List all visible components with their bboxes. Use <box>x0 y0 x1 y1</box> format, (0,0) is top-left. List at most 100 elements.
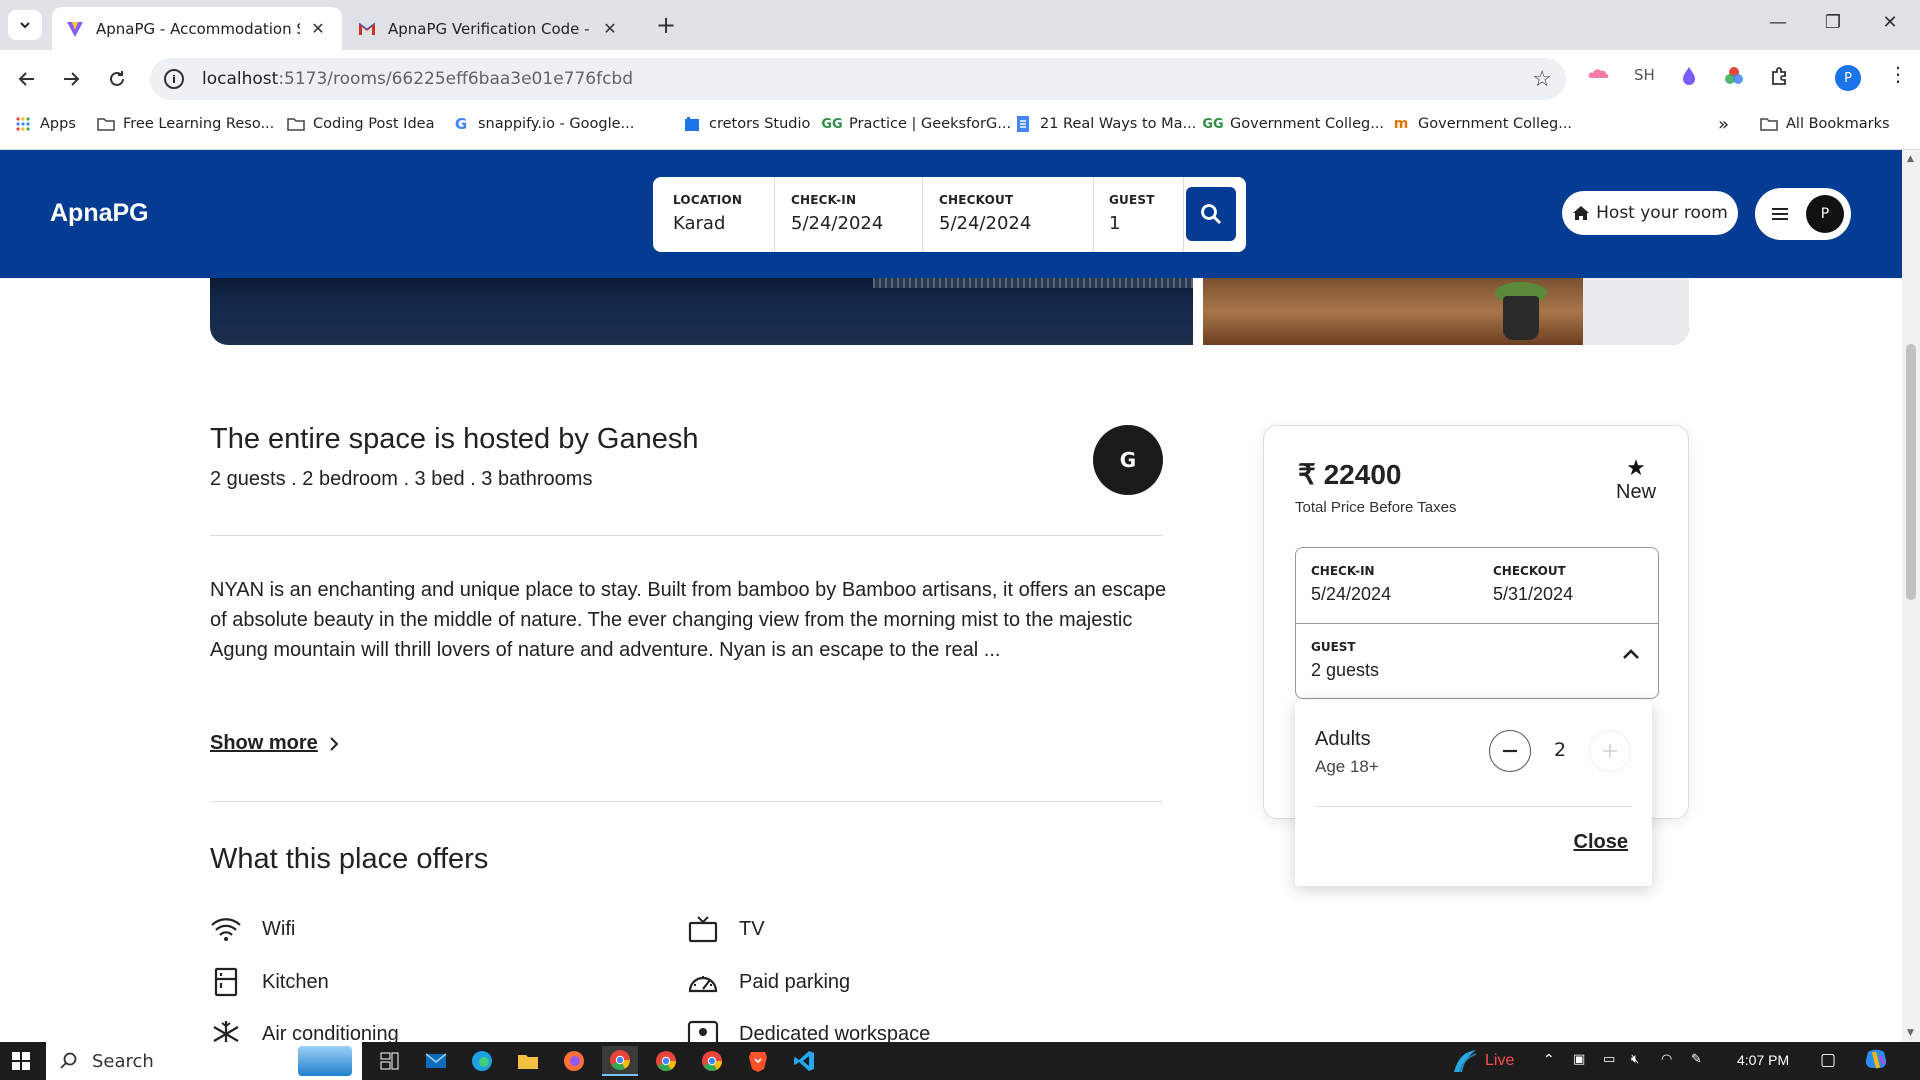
show-more-link[interactable]: Show more <box>210 732 340 755</box>
chevron-up-icon[interactable]: ⌃ <box>1543 1052 1555 1068</box>
decrease-adults-button[interactable] <box>1489 730 1531 772</box>
scroll-up-icon[interactable]: ▲ <box>1907 154 1914 164</box>
tab-gmail[interactable]: ApnaPG Verification Code - pra ✕ <box>344 7 634 50</box>
search-button[interactable] <box>1186 187 1236 241</box>
checkout-field[interactable]: CHECKOUT 5/24/2024 <box>923 177 1094 252</box>
mail-icon[interactable] <box>418 1046 454 1076</box>
pen-icon[interactable]: ✎ <box>1691 1052 1702 1067</box>
scrollbar-thumb[interactable] <box>1906 344 1916 600</box>
listing-photo-side[interactable] <box>1203 278 1689 345</box>
live-label[interactable]: Live <box>1485 1052 1514 1070</box>
live-cricket-icon[interactable] <box>1450 1048 1480 1078</box>
bookmark-free-learning[interactable]: Free Learning Reso... <box>97 116 274 132</box>
bookmark-cretors-studio[interactable]: cretors Studio <box>683 116 810 132</box>
forward-icon[interactable] <box>56 64 86 94</box>
window-close-icon[interactable]: ✕ <box>1870 12 1910 33</box>
snowflake-icon <box>210 1018 242 1042</box>
speaker-muted-icon[interactable]: 🔇︎ <box>1631 1052 1639 1067</box>
bookmark-label: Government Colleg... <box>1230 116 1385 132</box>
chevron-up-icon[interactable] <box>1622 648 1640 660</box>
price-note: Total Price Before Taxes <box>1295 499 1457 516</box>
bookmark-all-bookmarks[interactable]: All Bookmarks <box>1760 116 1890 132</box>
more-bookmarks-icon[interactable]: » <box>1718 114 1729 135</box>
kitchen-icon <box>210 966 242 998</box>
chrome-icon[interactable] <box>602 1046 638 1076</box>
copilot-icon[interactable] <box>1864 1048 1890 1076</box>
user-menu-button[interactable]: P <box>1755 188 1851 240</box>
increase-adults-button[interactable] <box>1589 730 1631 772</box>
new-tab-icon[interactable]: + <box>652 12 680 38</box>
field-value: Karad <box>673 213 726 234</box>
kebab-menu-icon[interactable]: ⋮ <box>1888 62 1908 86</box>
checkin-field[interactable]: CHECK-IN 5/24/2024 <box>775 177 923 252</box>
bookmark-snappify[interactable]: G snappify.io - Google... <box>452 115 635 133</box>
tab-apnapg[interactable]: ApnaPG - Accommodation Solu ✕ <box>52 7 342 50</box>
edge-icon[interactable] <box>464 1046 500 1076</box>
booking-guest-selector[interactable]: GUEST 2 guests <box>1311 640 1379 681</box>
bookmark-21-real-ways[interactable]: 21 Real Ways to Ma... <box>1014 116 1196 132</box>
wifi-icon <box>210 913 242 945</box>
bookmark-government-college-2[interactable]: m Government Colleg... <box>1392 116 1572 132</box>
bookmark-government-college-1[interactable]: GG Government Colleg... <box>1202 116 1385 132</box>
close-icon[interactable]: ✕ <box>308 19 328 38</box>
restore-icon[interactable]: ❐ <box>1813 12 1853 33</box>
extension-sh-icon[interactable]: SH <box>1634 66 1655 84</box>
amenity-label: Dedicated workspace <box>739 1022 931 1043</box>
host-your-room-button[interactable]: Host your room <box>1562 191 1738 235</box>
user-avatar: P <box>1806 195 1844 233</box>
back-icon[interactable] <box>12 64 42 94</box>
bookmark-star-icon[interactable]: ☆ <box>1532 67 1552 92</box>
brave-icon[interactable] <box>740 1046 776 1076</box>
brand-logo[interactable]: ApnaPG <box>50 199 149 228</box>
browser-profile-avatar[interactable]: P <box>1835 65 1861 91</box>
extension-color-wheel-icon[interactable] <box>1724 66 1744 90</box>
chevron-right-icon <box>330 736 339 751</box>
tab-search-button[interactable] <box>8 10 42 40</box>
chrome-profile-icon[interactable] <box>648 1046 684 1076</box>
battery-icon[interactable]: ▭ <box>1603 1052 1615 1067</box>
task-view-icon[interactable] <box>372 1046 408 1076</box>
bookmark-apps[interactable]: Apps <box>14 116 76 132</box>
windows-start-icon[interactable] <box>12 1052 30 1070</box>
site-info-icon[interactable]: i <box>164 69 184 89</box>
extension-cloud-icon[interactable] <box>1588 66 1610 84</box>
amenity-item: TV <box>687 913 765 945</box>
listing-photo-main[interactable] <box>210 278 1193 345</box>
address-bar[interactable]: i localhost:5173/rooms/66225eff6baa3e01e… <box>150 58 1566 100</box>
reload-icon[interactable] <box>102 64 132 94</box>
guest-field[interactable]: GUEST 1 <box>1094 177 1184 252</box>
bookmark-geeksforgeeks[interactable]: GG Practice | GeeksforG... <box>821 116 1011 132</box>
location-field[interactable]: LOCATION Karad <box>653 177 775 252</box>
meet-now-icon[interactable]: ▣ <box>1573 1052 1585 1067</box>
booking-checkout[interactable]: CHECKOUT 5/31/2024 <box>1493 564 1573 605</box>
booking-checkin[interactable]: CHECK-IN 5/24/2024 <box>1311 564 1391 605</box>
notifications-icon[interactable]: ▢ <box>1820 1050 1836 1070</box>
extension-drop-icon[interactable] <box>1680 66 1698 90</box>
url-text[interactable]: localhost:5173/rooms/66225eff6baa3e01e77… <box>202 69 633 89</box>
close-popup-button[interactable]: Close <box>1574 831 1628 854</box>
folder-icon <box>97 116 115 132</box>
listing-description: NYAN is an enchanting and unique place t… <box>210 579 1167 661</box>
extensions-puzzle-icon[interactable] <box>1770 66 1790 90</box>
vscode-icon[interactable] <box>786 1046 822 1076</box>
network-icon[interactable]: ◠ <box>1661 1052 1672 1067</box>
vite-favicon-icon <box>66 20 84 38</box>
taskbar-clock[interactable]: 4:07 PM <box>1737 1052 1789 1068</box>
taskbar-search[interactable]: Search <box>46 1042 362 1080</box>
page-scrollbar[interactable]: ▲ ▼ <box>1902 150 1920 1042</box>
photo-detail <box>1583 278 1689 345</box>
firefox-icon[interactable] <box>556 1046 592 1076</box>
file-explorer-icon[interactable] <box>510 1046 546 1076</box>
minus-icon <box>1503 749 1517 753</box>
scroll-down-icon[interactable]: ▼ <box>1907 1028 1914 1038</box>
field-value: 2 guests <box>1311 660 1380 680</box>
bookmark-coding-post[interactable]: Coding Post Idea <box>287 116 434 132</box>
amenity-item: Dedicated workspace <box>687 1018 930 1042</box>
minimize-icon[interactable]: — <box>1758 12 1798 33</box>
plus-icon <box>1603 744 1617 758</box>
offers-title: What this place offers <box>210 843 489 875</box>
close-icon[interactable]: ✕ <box>600 19 620 38</box>
chrome-canary-icon[interactable] <box>694 1046 730 1076</box>
doc-icon <box>1014 116 1032 132</box>
field-label: CHECKOUT <box>939 193 1014 207</box>
